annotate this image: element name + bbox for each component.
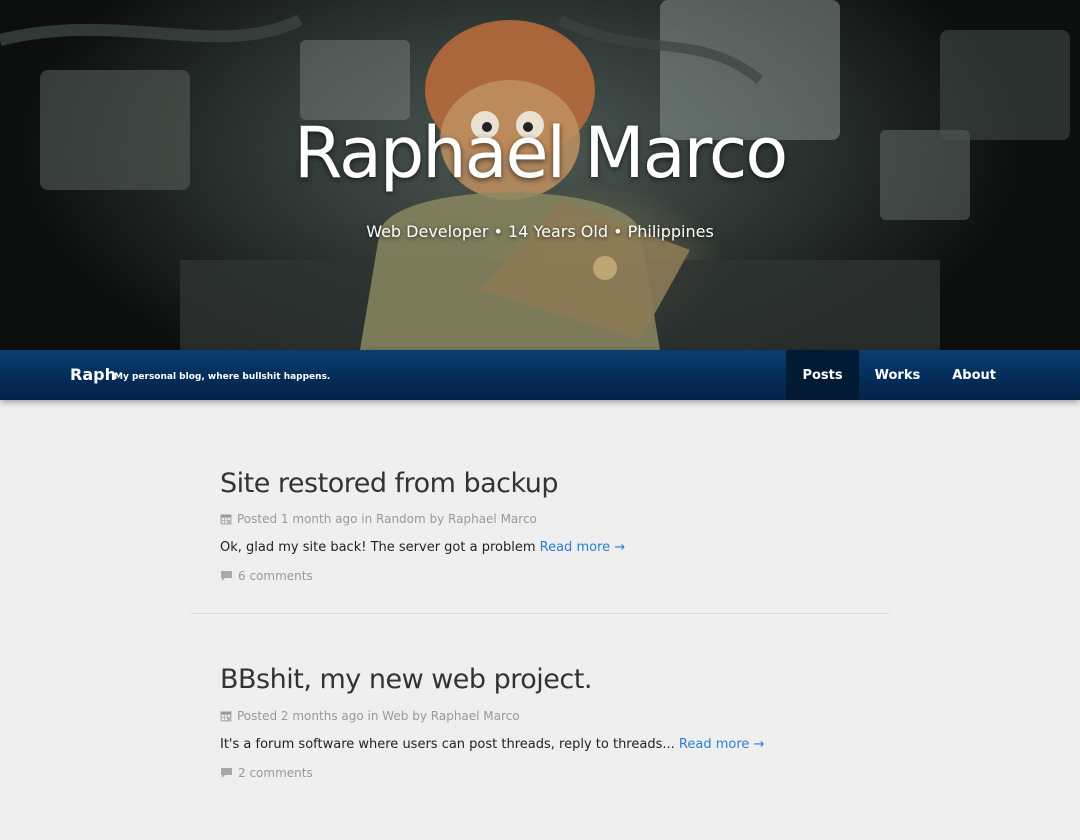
comments-count: 2 comments — [238, 765, 313, 780]
post-meta: Posted 1 month ago in Random by Raphael … — [220, 512, 860, 526]
post-excerpt: Ok, glad my site back! The server got a … — [220, 540, 860, 555]
nav-works[interactable]: Works — [859, 350, 937, 400]
post-excerpt-text: Ok, glad my site back! The server got a … — [220, 540, 536, 556]
calendar-icon — [220, 513, 232, 525]
site-subtitle: Web Developer • 14 Years Old • Philippin… — [366, 222, 714, 241]
post-comments[interactable]: 2 comments — [220, 766, 860, 780]
post-meta-text: Posted 1 month ago in Random by Raphael … — [237, 512, 537, 527]
post-excerpt-text: It's a forum software where users can po… — [220, 736, 675, 752]
post-list: Site restored from backup Posted 1 month… — [190, 400, 890, 810]
comment-icon — [220, 767, 233, 779]
post-divider — [190, 613, 890, 615]
post-comments[interactable]: 6 comments — [220, 569, 860, 583]
nav-about[interactable]: About — [936, 350, 1012, 400]
post-meta: Posted 2 months ago in Web by Raphael Ma… — [220, 709, 860, 723]
comments-count: 6 comments — [238, 569, 313, 584]
brand-link[interactable]: Raph — [70, 365, 116, 384]
comment-icon — [220, 570, 233, 582]
post-meta-text: Posted 2 months ago in Web by Raphael Ma… — [237, 708, 520, 723]
nav-posts[interactable]: Posts — [786, 350, 859, 400]
site-title: Raphael Marco — [293, 112, 788, 194]
post-item: BBshit, my new web project. Posted 2 mon… — [190, 664, 890, 809]
brand-tagline: My personal blog, where bullshit happens… — [114, 372, 331, 382]
read-more-link[interactable]: Read more → — [540, 540, 626, 555]
post-excerpt: It's a forum software where users can po… — [220, 737, 860, 752]
calendar-icon — [220, 710, 232, 722]
navbar: Raph My personal blog, where bullshit ha… — [0, 350, 1080, 400]
post-item: Site restored from backup Posted 1 month… — [190, 468, 890, 613]
post-title[interactable]: Site restored from backup — [220, 468, 860, 500]
read-more-link[interactable]: Read more → — [679, 737, 765, 752]
nav-links: Posts Works About — [786, 350, 1012, 400]
hero-banner: Raphael Marco Web Developer • 14 Years O… — [0, 0, 1080, 350]
post-title[interactable]: BBshit, my new web project. — [220, 664, 860, 696]
